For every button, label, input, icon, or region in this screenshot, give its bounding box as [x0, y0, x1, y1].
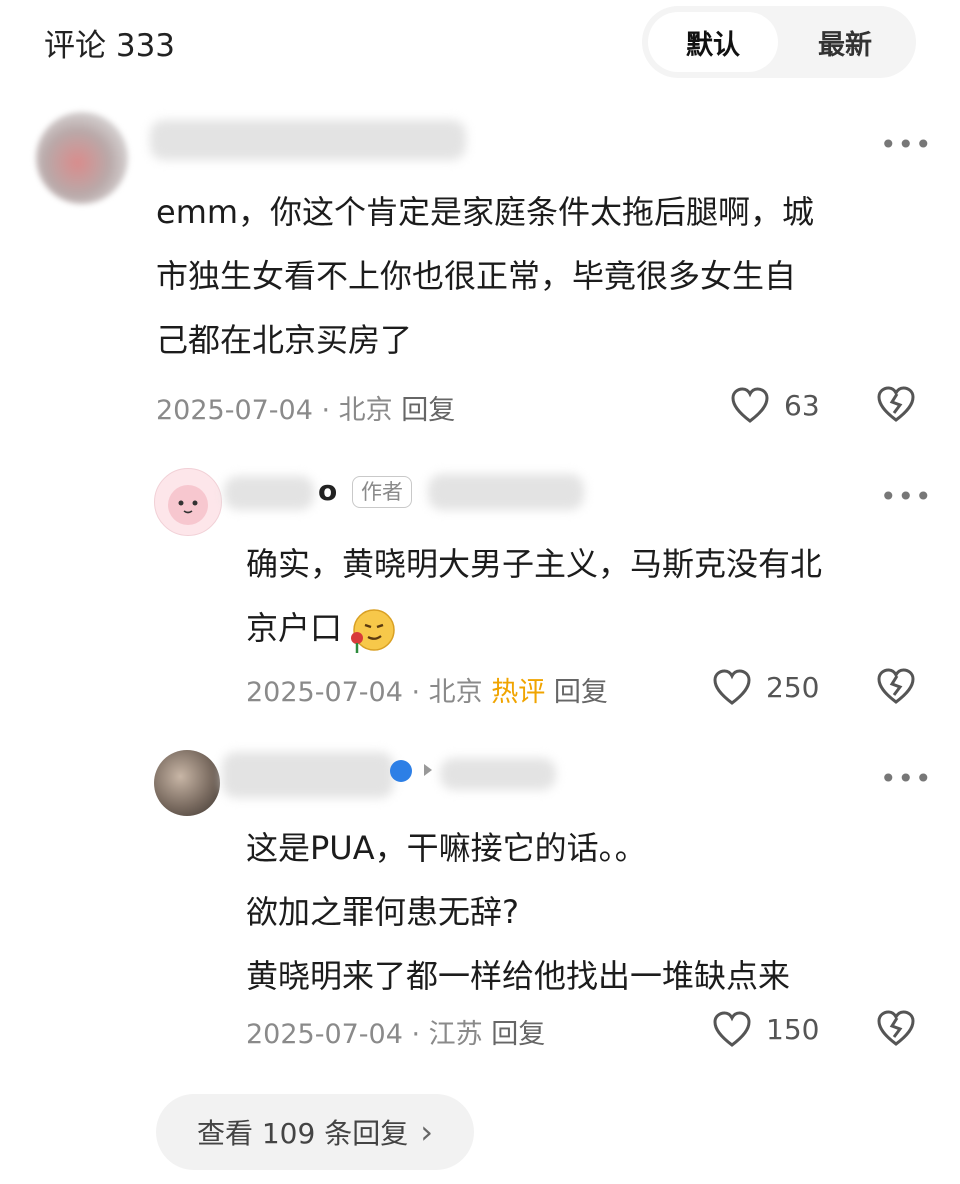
like-button[interactable]: 150 [712, 1010, 819, 1048]
avatar[interactable] [154, 750, 220, 816]
heart-icon [713, 669, 751, 705]
username-blurred[interactable] [224, 476, 314, 510]
comment-text: emm，你这个肯定是家庭条件太拖后腿啊，城 市独生女看不上你也很正常，毕竟很多女… [156, 193, 815, 359]
comment-date: 2025-07-04 [246, 1019, 403, 1050]
comment-meta: 2025-07-04 · 北京 热评 回复 [246, 677, 608, 708]
view-more-replies-label: 查看 109 条回复 [196, 1117, 409, 1150]
broken-heart-icon[interactable] [876, 1009, 916, 1047]
comment-location: 北京 [338, 395, 393, 426]
more-icon[interactable]: ••• [880, 480, 933, 513]
reply-item: ••• 这是PUA，干嘛接它的话。。 欲加之罪何患无辞? 黄晓明来了都一样给他找… [0, 742, 960, 1072]
comment-text: 这是PUA，干嘛接它的话。。 欲加之罪何患无辞? 黄晓明来了都一样给他找出一堆缺… [246, 829, 791, 995]
like-button[interactable]: 250 [712, 668, 819, 706]
sort-toggle: 默认 最新 [642, 6, 916, 78]
more-icon[interactable]: ••• [880, 762, 933, 795]
comment-item: ••• emm，你这个肯定是家庭条件太拖后腿啊，城 市独生女看不上你也很正常，毕… [0, 100, 960, 450]
emoji-rose-smirk: 🥀 [346, 605, 396, 655]
comments-header: 评论 333 默认 最新 [0, 0, 960, 90]
author-tag: 作者 [352, 476, 412, 508]
comment-text: 确实，黄晓明大男子主义，马斯克没有北 京户口 🥀 [246, 532, 822, 660]
comment-location: 江苏 [428, 1019, 483, 1050]
reply-target-blurred[interactable] [440, 758, 556, 790]
comment-date: 2025-07-04 [156, 395, 313, 426]
heart-icon [713, 1011, 751, 1047]
more-icon[interactable]: ••• [880, 128, 933, 161]
reply-button[interactable]: 回复 [401, 395, 455, 426]
like-button[interactable]: 63 [730, 386, 820, 424]
comment-location: 北京 [428, 677, 483, 708]
reply-target-blurred[interactable] [428, 474, 584, 510]
like-count: 150 [766, 1012, 820, 1046]
reply-item: o 作者 ••• 确实，黄晓明大男子主义，马斯克没有北 京户口 🥀 2025-0… [0, 462, 960, 742]
username-visible-fragment[interactable]: o [318, 474, 337, 507]
hot-comment-badge: 热评 [491, 677, 546, 708]
reply-button[interactable]: 回复 [554, 677, 608, 708]
reply-arrow-icon [424, 764, 432, 776]
comment-meta: 2025-07-04 · 北京 回复 [156, 395, 456, 426]
verified-badge [390, 760, 412, 782]
like-count: 63 [784, 388, 820, 422]
sort-latest-button[interactable]: 最新 [780, 12, 910, 72]
avatar[interactable] [36, 112, 128, 204]
avatar[interactable] [154, 468, 222, 536]
heart-icon [731, 387, 769, 423]
reply-button[interactable]: 回复 [491, 1019, 545, 1050]
broken-heart-icon[interactable] [876, 385, 916, 423]
username-blurred[interactable] [150, 120, 466, 160]
sort-default-button[interactable]: 默认 [648, 12, 778, 72]
comment-date: 2025-07-04 [246, 677, 403, 708]
chevron-right-icon: › [420, 1113, 434, 1151]
username-blurred[interactable] [222, 752, 394, 798]
comment-meta: 2025-07-04 · 江苏 回复 [246, 1019, 546, 1050]
broken-heart-icon[interactable] [876, 667, 916, 705]
like-count: 250 [766, 670, 820, 704]
comments-count-title: 评论 333 [44, 28, 176, 64]
view-more-replies-button[interactable]: 查看 109 条回复 › [156, 1094, 474, 1170]
